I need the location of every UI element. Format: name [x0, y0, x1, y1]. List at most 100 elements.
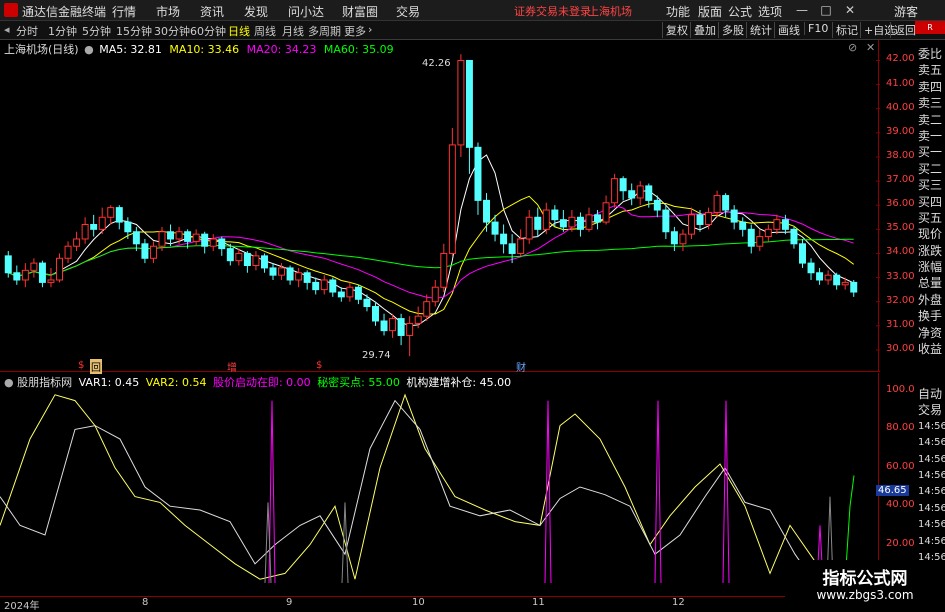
candle-body: [764, 228, 772, 238]
trade-login-notice[interactable]: 证券交易未登录: [514, 3, 591, 19]
menu-item-news[interactable]: 资讯: [200, 3, 224, 20]
candle-body: [303, 272, 311, 283]
close-icon[interactable]: ✕: [842, 2, 858, 18]
menu-item-trade[interactable]: 交易: [396, 3, 420, 20]
candle-body: [30, 262, 38, 271]
candle-body: [542, 209, 550, 230]
period-tab-more[interactable]: 更多: [344, 23, 366, 39]
candle-body: [645, 185, 653, 201]
toolbar-arrow-icon[interactable]: ◂: [4, 23, 10, 36]
candle-body: [64, 245, 72, 259]
event-marker[interactable]: 财: [516, 359, 526, 374]
period-tab-intraday[interactable]: 分时: [16, 23, 38, 39]
candle-body: [687, 214, 695, 235]
user-guest[interactable]: 游客: [894, 3, 918, 20]
candle-body: [773, 219, 781, 230]
time-label: 8: [142, 597, 149, 608]
period-tab-15min[interactable]: 15分钟: [116, 23, 152, 39]
app-logo-icon: [4, 3, 18, 17]
menu-item-discover[interactable]: 发现: [244, 3, 268, 20]
candle-body: [81, 224, 89, 240]
candle-body: [483, 199, 490, 223]
candle-body: [346, 286, 354, 298]
statistics-button[interactable]: 统计: [746, 22, 775, 38]
period-tab-multi[interactable]: 多周期: [308, 23, 341, 39]
overlay-button[interactable]: 叠加: [690, 22, 719, 38]
candle-body: [115, 207, 123, 223]
candle-body: [149, 245, 157, 259]
quote-label: 总量: [918, 276, 943, 291]
indicator-settings-icon[interactable]: ●: [4, 376, 14, 389]
menu-item-ask-xiaoda[interactable]: 问小达: [288, 3, 324, 20]
price-tick-label: 30.00: [886, 342, 915, 354]
chart-options-icon[interactable]: ✕: [866, 41, 875, 54]
menu-item-functions[interactable]: 功能: [666, 3, 690, 20]
price-tick-label: 36.00: [886, 198, 915, 210]
chart-settings-icon[interactable]: ●: [84, 43, 94, 56]
trade-time-label: 14:56: [918, 469, 945, 481]
watermark: 指标公式网 www.zbgs3.com: [785, 560, 945, 609]
candle-body: [21, 269, 29, 281]
more-chevron-icon[interactable]: ›: [368, 23, 372, 36]
candle-body: [47, 279, 55, 283]
launch-signal-label: 股价启动在即: 0.00: [212, 376, 311, 389]
time-label: 11: [532, 597, 545, 608]
price-tick-label: 41.00: [886, 77, 915, 89]
time-axis: 2024年 8 9 10 11 12: [0, 596, 880, 612]
event-marker[interactable]: $: [316, 360, 322, 371]
menu-item-quotes[interactable]: 行情: [112, 3, 136, 20]
candle-body: [790, 228, 798, 245]
event-marker[interactable]: 回: [90, 359, 102, 374]
event-marker[interactable]: $: [78, 360, 84, 371]
candle-body: [329, 279, 337, 293]
candle-body: [431, 286, 439, 303]
period-tab-weekly[interactable]: 周线: [254, 23, 276, 39]
multi-stock-button[interactable]: 多股: [718, 22, 747, 38]
candle-body: [670, 231, 678, 245]
candle-body: [192, 233, 200, 242]
candlestick-chart[interactable]: [0, 40, 880, 372]
indicator-chart[interactable]: [0, 373, 880, 595]
menu-item-market[interactable]: 市场: [156, 3, 180, 20]
quote-label: 卖三: [918, 96, 943, 111]
period-tab-1min[interactable]: 1分钟: [48, 23, 77, 39]
period-tab-5min[interactable]: 5分钟: [82, 23, 111, 39]
candle-body: [56, 257, 63, 281]
close-chart-icon[interactable]: ⊘: [848, 41, 857, 54]
period-tab-60min[interactable]: 60分钟: [190, 23, 226, 39]
candle-body: [278, 267, 286, 276]
period-tab-daily[interactable]: 日线: [228, 23, 250, 39]
candle-body: [628, 190, 636, 199]
trade-time-column: 自动 交易 14:56 14:56 14:56 14:56 14:56 14:56 14:56 1…: [918, 386, 945, 583]
period-tab-30min[interactable]: 30分钟: [154, 23, 190, 39]
r-badge[interactable]: R: [915, 21, 945, 34]
trade-time-label: 14:56: [918, 486, 945, 498]
draw-line-button[interactable]: 画线: [774, 22, 803, 38]
candle-body: [235, 252, 243, 262]
indicator-title[interactable]: 股朋指标网: [17, 376, 72, 389]
launch-signal-spike: [654, 400, 662, 584]
candle-body: [457, 59, 465, 146]
menu-item-formula[interactable]: 公式: [728, 3, 752, 20]
candle-body: [653, 199, 661, 211]
candle-body: [397, 318, 405, 336]
quote-label: 现价: [918, 227, 943, 242]
mark-button[interactable]: 标记: [832, 22, 861, 38]
maximize-icon[interactable]: □: [818, 2, 834, 18]
menu-item-options[interactable]: 选项: [758, 3, 782, 20]
trade-time-label: 自动: [918, 387, 943, 401]
period-tab-monthly[interactable]: 月线: [282, 23, 304, 39]
minimize-icon[interactable]: —: [794, 2, 810, 18]
menu-item-wealth-circle[interactable]: 财富圈: [342, 3, 378, 20]
quote-label: 涨幅: [918, 260, 943, 275]
event-marker[interactable]: 增: [227, 359, 237, 374]
candle-body: [209, 238, 217, 247]
candle-body: [705, 211, 713, 226]
app-name: 通达信金融终端: [22, 5, 107, 19]
quote-label: 收益: [918, 342, 943, 357]
candle-body: [799, 243, 806, 264]
adjust-button[interactable]: 复权: [662, 22, 691, 38]
f10-button[interactable]: F10: [804, 22, 831, 35]
candle-body: [414, 315, 422, 324]
menu-item-layout[interactable]: 版面: [698, 3, 722, 20]
